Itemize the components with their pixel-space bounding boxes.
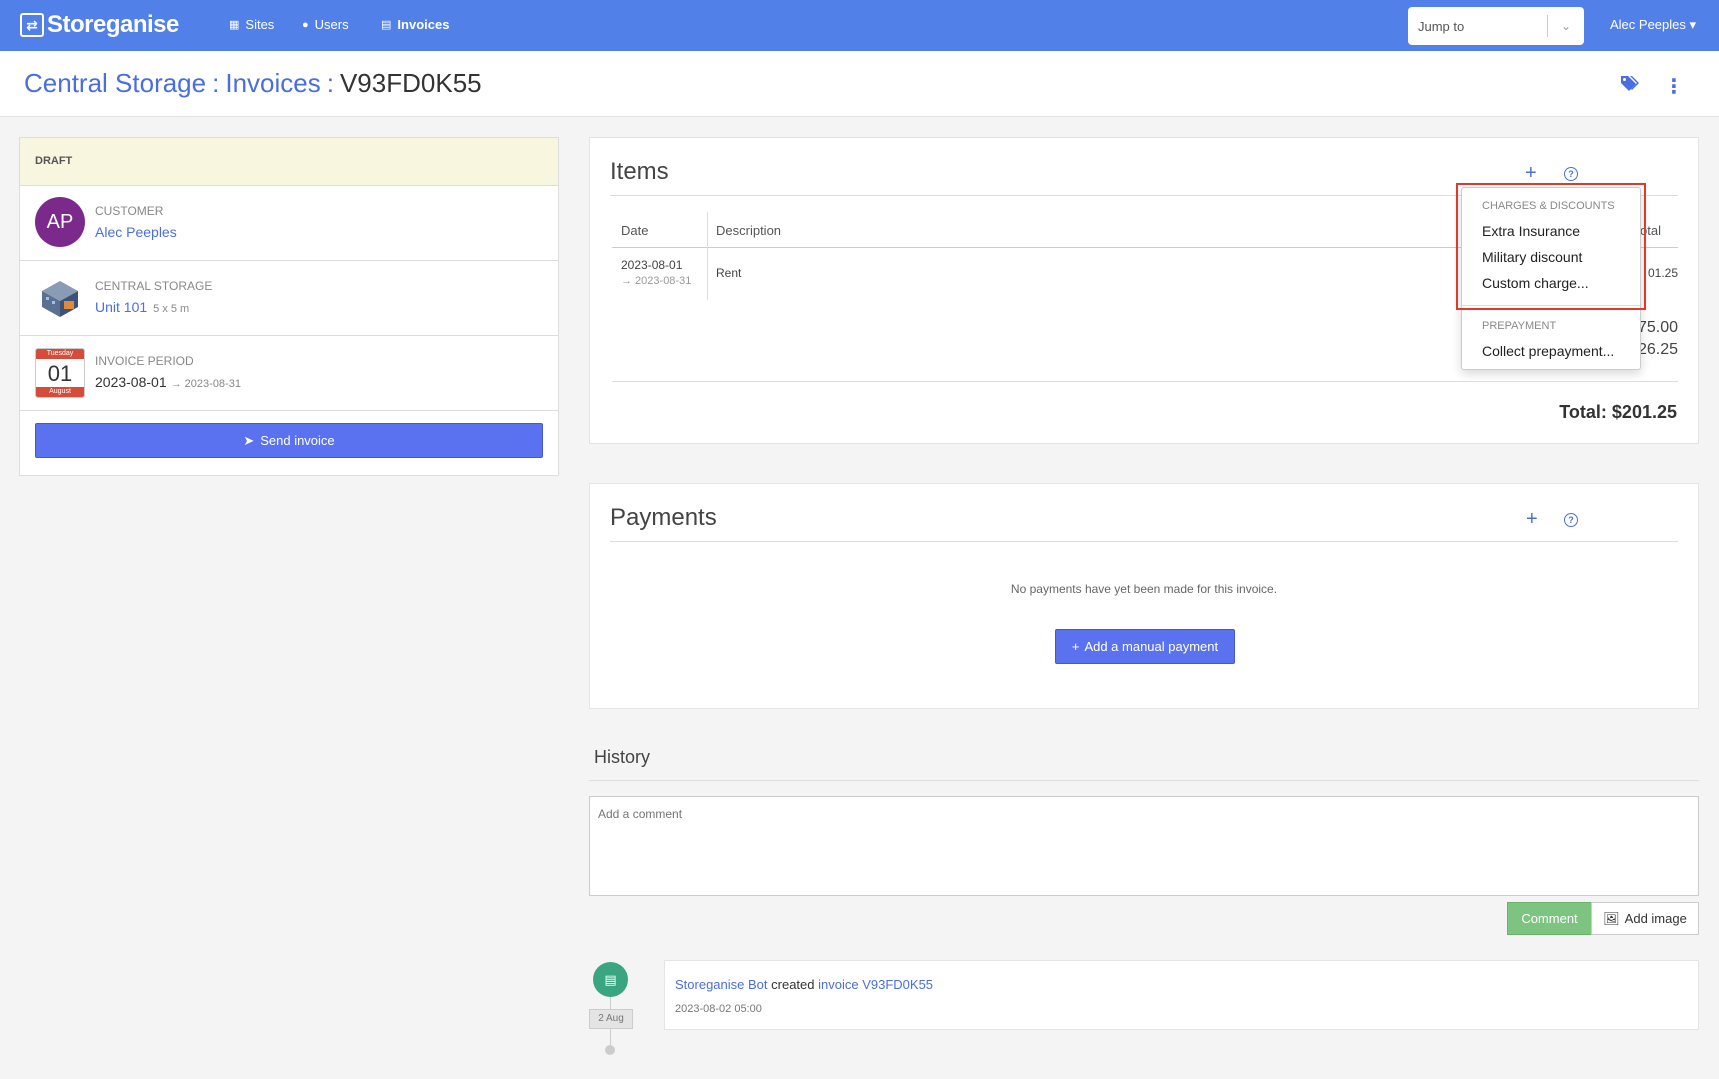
add-manual-payment-button[interactable]: + Add a manual payment bbox=[1055, 629, 1235, 664]
payments-empty-text: No payments have yet been made for this … bbox=[1010, 582, 1278, 596]
tags-icon[interactable] bbox=[1620, 74, 1640, 97]
user-icon: ● bbox=[302, 18, 309, 31]
breadcrumb-separator: : bbox=[326, 68, 334, 98]
avatar: AP bbox=[35, 197, 85, 247]
customer-label: CUSTOMER bbox=[95, 204, 164, 218]
divider bbox=[589, 780, 1699, 781]
divider bbox=[610, 541, 1678, 542]
timeline-end-dot bbox=[605, 1045, 615, 1055]
breadcrumb-invoices[interactable]: Invoices bbox=[225, 68, 320, 98]
dropdown-header-prepayment: PREPAYMENT bbox=[1482, 320, 1557, 332]
unit-value: Unit 101 5 x 5 m bbox=[95, 299, 189, 315]
add-image-label: Add image bbox=[1624, 911, 1687, 926]
history-object-link[interactable]: invoice V93FD0K55 bbox=[818, 977, 933, 992]
customer-row: AP CUSTOMER Alec Peeples bbox=[20, 186, 558, 261]
add-item-plus-icon[interactable]: + bbox=[1525, 162, 1537, 185]
total-divider bbox=[612, 381, 1678, 382]
calendar-month: August bbox=[36, 387, 84, 397]
plus-icon: + bbox=[1071, 639, 1080, 654]
comment-input[interactable] bbox=[589, 796, 1699, 896]
document-icon: ▤ bbox=[381, 19, 392, 31]
unit-size: 5 x 5 m bbox=[153, 303, 190, 315]
nav-sites-label: Sites bbox=[245, 17, 275, 32]
item-total: 01.25 bbox=[1648, 266, 1679, 280]
user-name: Alec Peeples bbox=[1610, 17, 1686, 32]
building-icon: ▦ bbox=[229, 19, 240, 31]
caret-down-icon: ▾ bbox=[1689, 17, 1697, 32]
tax-value: 26.25 bbox=[1638, 341, 1679, 358]
breadcrumb-site[interactable]: Central Storage bbox=[24, 68, 206, 98]
period-row: Tuesday 01 August INVOICE PERIOD 2023-08… bbox=[20, 336, 558, 411]
help-icon[interactable]: ? bbox=[1564, 167, 1578, 181]
document-icon: ▤ bbox=[593, 962, 628, 997]
building-icon bbox=[42, 281, 78, 317]
chevron-down-icon[interactable]: ⌄ bbox=[1548, 19, 1584, 33]
history-title: History bbox=[594, 747, 651, 767]
timeline-date-badge: 2 Aug bbox=[589, 1009, 633, 1029]
item-date-end: → 2023-08-31 bbox=[621, 275, 692, 287]
period-value: 2023-08-01 → 2023-08-31 bbox=[95, 374, 241, 390]
unit-link[interactable]: Unit 101 bbox=[95, 299, 147, 315]
send-invoice-label: Send invoice bbox=[260, 433, 335, 448]
status-badge: DRAFT bbox=[20, 138, 558, 186]
calendar-weekday: Tuesday bbox=[36, 349, 84, 359]
item-description[interactable]: Rent bbox=[716, 266, 741, 280]
nav-users-label: Users bbox=[314, 17, 349, 32]
history-actor-link[interactable]: Storeganise Bot bbox=[675, 977, 768, 992]
paper-plane-icon: ➤ bbox=[243, 432, 255, 448]
nav-sites[interactable]: ▦ Sites bbox=[229, 17, 274, 32]
add-image-button[interactable]: 🖼 Add image bbox=[1591, 902, 1699, 935]
items-title: Items bbox=[610, 158, 669, 185]
nav-users[interactable]: ● Users bbox=[302, 17, 349, 32]
brand-logo-icon: ⇄ bbox=[20, 13, 44, 37]
page-header: Central Storage: Invoices: V93FD0K55 ⋮ bbox=[0, 51, 1719, 117]
payments-panel: Payments + ? No payments have yet been m… bbox=[589, 483, 1699, 709]
history-entry-text: Storeganise Bot created invoice V93FD0K5… bbox=[675, 977, 933, 992]
add-manual-payment-label: Add a manual payment bbox=[1084, 639, 1219, 654]
page-title: Central Storage: Invoices: V93FD0K55 bbox=[24, 68, 482, 99]
help-icon[interactable]: ? bbox=[1564, 513, 1578, 527]
image-icon: 🖼 bbox=[1603, 910, 1620, 926]
calendar-day: 01 bbox=[47, 361, 73, 386]
item-date: 2023-08-01 bbox=[621, 258, 683, 272]
breadcrumb-current: V93FD0K55 bbox=[339, 68, 482, 98]
nav-invoices[interactable]: ▤ Invoices bbox=[381, 17, 449, 32]
top-navbar: ⇄ Storeganise ▦ Sites ● Users ▤ Invoices… bbox=[0, 0, 1719, 51]
brand[interactable]: ⇄ Storeganise bbox=[20, 11, 179, 39]
subtotal-value: 75.00 bbox=[1638, 319, 1679, 336]
nav-invoices-label: Invoices bbox=[397, 17, 450, 32]
invoice-total: Total: $201.25 bbox=[1559, 402, 1677, 422]
more-vertical-icon[interactable]: ⋮ bbox=[1664, 74, 1684, 99]
calendar-icon: Tuesday 01 August bbox=[35, 348, 85, 398]
history-timestamp: 2023-08-02 05:00 bbox=[675, 1003, 762, 1015]
payments-title: Payments bbox=[610, 504, 717, 531]
column-header-date: Date bbox=[621, 223, 649, 238]
jump-to-placeholder: Jump to bbox=[1418, 18, 1465, 34]
column-header-description: Description bbox=[716, 223, 782, 238]
unit-row: CENTRAL STORAGE Unit 101 5 x 5 m bbox=[20, 261, 558, 336]
period-end: → 2023-08-31 bbox=[170, 378, 241, 390]
history-verb: created bbox=[771, 977, 815, 992]
invoice-summary-panel: DRAFT AP CUSTOMER Alec Peeples CENTRAL S… bbox=[19, 137, 559, 476]
history-entry: Storeganise Bot created invoice V93FD0K5… bbox=[664, 960, 1699, 1030]
period-label: INVOICE PERIOD bbox=[95, 354, 194, 368]
site-label: CENTRAL STORAGE bbox=[95, 279, 213, 293]
highlight-box bbox=[1456, 183, 1646, 310]
column-divider bbox=[707, 212, 708, 300]
send-invoice-button[interactable]: ➤ Send invoice bbox=[35, 423, 543, 458]
user-menu[interactable]: Alec Peeples ▾ bbox=[1610, 17, 1696, 33]
comment-button[interactable]: Comment bbox=[1507, 902, 1592, 935]
customer-link[interactable]: Alec Peeples bbox=[95, 224, 177, 240]
add-payment-plus-icon[interactable]: + bbox=[1526, 508, 1538, 531]
jump-to-select[interactable]: Jump to ⌄ bbox=[1408, 7, 1584, 45]
brand-name: Storeganise bbox=[47, 11, 179, 38]
period-start: 2023-08-01 bbox=[95, 374, 167, 390]
menu-item-collect-prepayment[interactable]: Collect prepayment... bbox=[1482, 343, 1614, 359]
breadcrumb-separator: : bbox=[212, 68, 220, 98]
